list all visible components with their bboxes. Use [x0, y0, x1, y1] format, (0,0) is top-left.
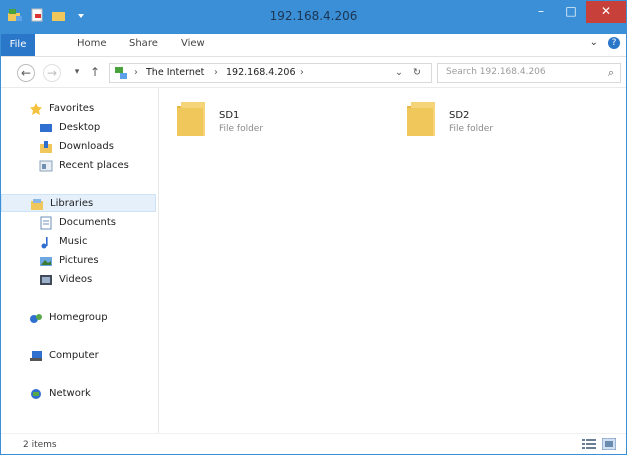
documents-icon — [39, 216, 53, 230]
nav-label: Desktop — [59, 122, 101, 133]
nav-computer[interactable]: Computer — [1, 347, 156, 365]
nav-libraries[interactable]: Libraries — [1, 194, 156, 212]
desktop-icon — [39, 121, 53, 135]
item-count: 2 items — [23, 440, 57, 450]
folder-type: File folder — [449, 124, 494, 134]
nav-downloads[interactable]: Downloads — [1, 138, 156, 156]
star-icon — [29, 102, 43, 116]
title-bar[interactable]: 192.168.4.206 – □ ✕ — [1, 1, 626, 34]
search-box[interactable]: Search 192.168.4.206 ⌕ — [437, 63, 621, 83]
address-dropdown-icon[interactable]: ⌄ — [395, 67, 403, 78]
nav-label: Pictures — [59, 255, 99, 266]
large-icons-view-icon[interactable] — [601, 437, 617, 451]
search-placeholder: Search 192.168.4.206 — [446, 67, 546, 77]
pictures-icon — [39, 254, 53, 268]
nav-desktop[interactable]: Desktop — [1, 119, 156, 137]
breadcrumb-separator[interactable]: › — [214, 67, 218, 78]
window-controls: – □ ✕ — [526, 1, 626, 23]
breadcrumb-the-internet[interactable]: The Internet — [146, 67, 204, 78]
nav-label: Videos — [59, 274, 93, 285]
nav-pictures[interactable]: Pictures — [1, 252, 156, 270]
help-icon[interactable]: ? — [608, 37, 620, 49]
tab-share[interactable]: Share — [129, 38, 158, 49]
nav-documents[interactable]: Documents — [1, 214, 156, 232]
music-icon — [39, 235, 53, 249]
nav-label: Recent places — [59, 160, 129, 171]
expand-ribbon-chevron-icon[interactable]: ⌄ — [590, 37, 598, 49]
folder-name: SD1 — [219, 110, 240, 121]
videos-icon — [39, 273, 53, 287]
maximize-button[interactable]: □ — [556, 1, 586, 23]
nav-label: Homegroup — [49, 312, 108, 323]
nav-label: Music — [59, 236, 88, 247]
ribbon-tabs: File Home Share View ⌄ ? — [1, 34, 626, 57]
address-row: ← → ▾ ↑ › The Internet › 192.168.4.206 ›… — [1, 57, 626, 88]
computer-icon — [29, 349, 43, 363]
recent-places-icon — [39, 159, 53, 173]
up-button[interactable]: ↑ — [85, 62, 105, 82]
folder-icon — [175, 98, 209, 138]
view-toggle — [582, 437, 617, 451]
breadcrumb-separator[interactable]: › — [300, 67, 304, 78]
breadcrumb-separator: › — [134, 67, 138, 78]
nav-recent-places[interactable]: Recent places — [1, 157, 156, 175]
tab-home[interactable]: Home — [77, 38, 107, 49]
nav-label: Computer — [49, 350, 99, 361]
back-button[interactable]: ← — [17, 64, 35, 82]
folder-icon — [405, 98, 439, 138]
refresh-icon[interactable]: ↻ — [413, 67, 421, 78]
file-list: SD1 File folder SD2 File folder — [159, 88, 626, 433]
folder-name: SD2 — [449, 110, 470, 121]
nav-videos[interactable]: Videos — [1, 271, 156, 289]
folder-item[interactable]: SD2 File folder — [405, 98, 555, 142]
ribbon-right-controls: ⌄ ? — [590, 37, 620, 49]
folder-item[interactable]: SD1 File folder — [175, 98, 325, 142]
tab-file[interactable]: File — [1, 34, 35, 56]
minimize-button[interactable]: – — [526, 1, 556, 23]
status-bar: 2 items — [1, 433, 626, 455]
forward-button[interactable]: → — [43, 64, 61, 82]
network-icon — [29, 387, 43, 401]
navigation-pane: Favorites Desktop Downloads Recent place… — [1, 88, 159, 433]
close-button[interactable]: ✕ — [586, 1, 626, 23]
nav-label: Libraries — [50, 198, 94, 209]
address-bar[interactable]: › The Internet › 192.168.4.206 › ⌄ ↻ — [109, 63, 432, 83]
nav-label: Downloads — [59, 141, 114, 152]
nav-music[interactable]: Music — [1, 233, 156, 251]
tab-view[interactable]: View — [181, 38, 205, 49]
nav-favorites[interactable]: Favorites — [1, 100, 156, 118]
nav-network[interactable]: Network — [1, 385, 156, 403]
nav-homegroup[interactable]: Homegroup — [1, 309, 156, 327]
nav-label: Documents — [59, 217, 117, 228]
downloads-icon — [39, 140, 53, 154]
folder-type: File folder — [219, 124, 264, 134]
network-location-icon — [114, 66, 128, 83]
search-icon[interactable]: ⌕ — [608, 66, 614, 80]
explorer-window: 192.168.4.206 – □ ✕ File Home Share View… — [0, 0, 627, 455]
breadcrumb-host[interactable]: 192.168.4.206 — [226, 67, 296, 78]
details-view-icon[interactable] — [582, 438, 596, 450]
libraries-icon — [30, 197, 44, 211]
recent-locations-button[interactable]: ▾ — [67, 62, 87, 82]
homegroup-icon — [29, 311, 43, 325]
nav-label: Network — [49, 388, 91, 399]
nav-label: Favorites — [49, 103, 95, 114]
